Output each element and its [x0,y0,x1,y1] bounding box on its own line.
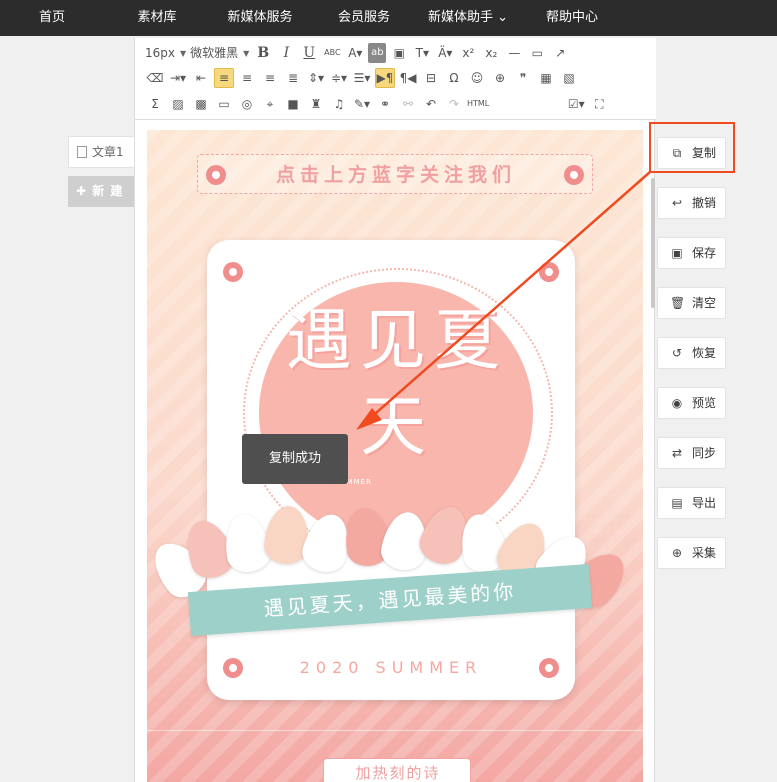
annotation-arrow [356,171,651,430]
arrow-line [367,171,651,421]
